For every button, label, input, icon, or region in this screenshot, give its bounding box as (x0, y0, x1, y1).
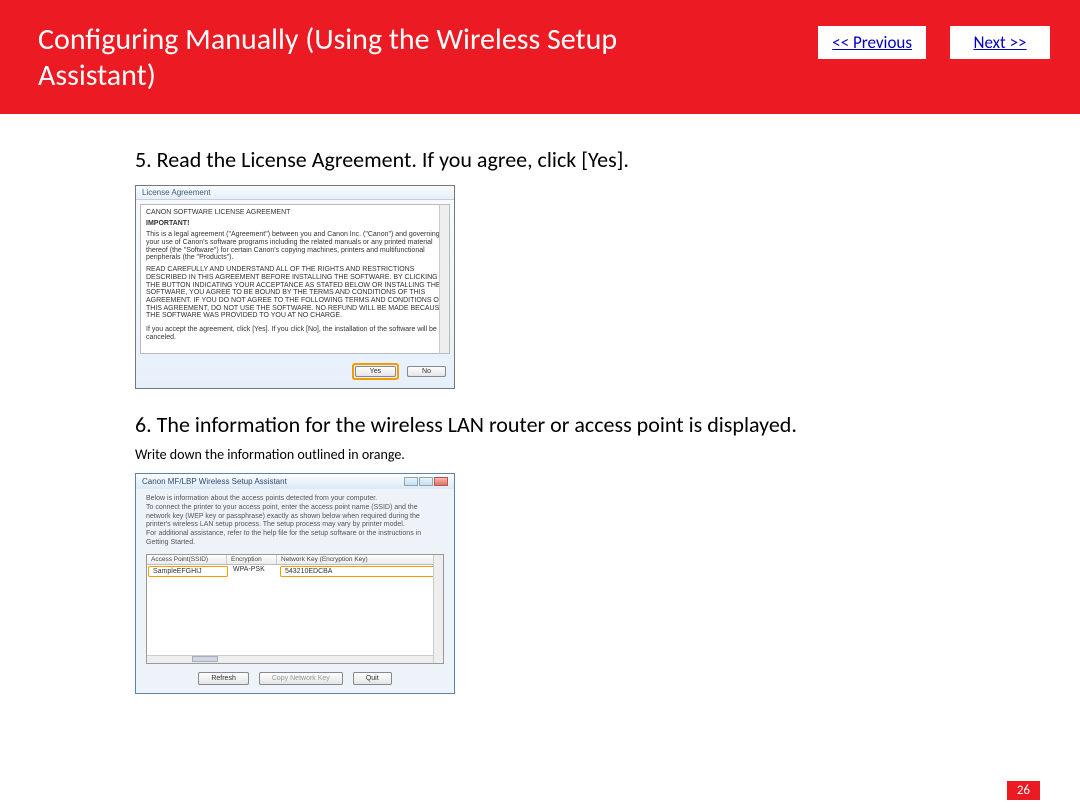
yes-button-highlight: Yes (352, 363, 399, 380)
next-button[interactable]: Next >> (950, 26, 1050, 59)
col-key: Network Key (Encryption Key) (277, 555, 443, 564)
col-encryption: Encryption (227, 555, 277, 564)
nav-buttons: << Previous Next >> (818, 26, 1050, 59)
license-important: IMPORTANT! (146, 220, 444, 228)
license-footer: Yes No (136, 358, 454, 388)
license-para1: This is a legal agreement ("Agreement") … (146, 231, 444, 262)
wireless-footer: Refresh Copy Network Key Quit (136, 666, 454, 693)
header-bar: Configuring Manually (Using the Wireless… (0, 0, 1080, 114)
table-row[interactable]: SampleEFGHIJ WPA-PSK 543210EDCBA (147, 565, 443, 578)
license-body: CANON SOFTWARE LICENSE AGREEMENT IMPORTA… (140, 204, 450, 354)
license-para2: READ CAREFULLY AND UNDERSTAND ALL OF THE… (146, 266, 444, 320)
scrollbar[interactable] (439, 205, 449, 353)
step-6-title: 6. The information for the wireless LAN … (135, 411, 1016, 438)
yes-button[interactable]: Yes (355, 366, 396, 377)
key-cell: 543210EDCBA (280, 566, 442, 577)
quit-button[interactable]: Quit (353, 672, 392, 685)
v-scrollbar[interactable] (433, 555, 443, 663)
window-controls (404, 477, 448, 486)
license-dialog: License Agreement CANON SOFTWARE LICENSE… (135, 185, 455, 389)
close-icon[interactable] (434, 477, 448, 486)
license-dialog-title: License Agreement (136, 186, 454, 200)
ssid-cell: SampleEFGHIJ (148, 566, 228, 577)
license-heading: CANON SOFTWARE LICENSE AGREEMENT (146, 209, 444, 217)
wireless-dialog: Canon MF/LBP Wireless Setup Assistant Be… (135, 473, 455, 694)
no-button[interactable]: No (407, 366, 446, 377)
copy-key-button[interactable]: Copy Network Key (259, 672, 343, 685)
step-5: 5. Read the License Agreement. If you ag… (135, 146, 1016, 389)
step-5-title: 5. Read the License Agreement. If you ag… (135, 146, 1016, 173)
content-area: 5. Read the License Agreement. If you ag… (0, 114, 1080, 694)
page-number: 26 (1007, 781, 1040, 800)
encryption-cell: WPA-PSK (229, 565, 279, 578)
step-6: 6. The information for the wireless LAN … (135, 411, 1016, 694)
wireless-dialog-title: Canon MF/LBP Wireless Setup Assistant (136, 474, 454, 489)
table-header: Access Point(SSID) Encryption Network Ke… (147, 555, 443, 565)
maximize-icon[interactable] (419, 477, 433, 486)
page-title: Configuring Manually (Using the Wireless… (38, 22, 678, 94)
wireless-dialog-title-text: Canon MF/LBP Wireless Setup Assistant (142, 477, 287, 486)
wireless-description: Below is information about the access po… (136, 489, 454, 552)
refresh-button[interactable]: Refresh (198, 672, 249, 685)
col-ssid: Access Point(SSID) (147, 555, 227, 564)
license-accept-line: If you accept the agreement, click [Yes]… (146, 326, 444, 341)
step-6-sub: Write down the information outlined in o… (135, 446, 1016, 463)
access-point-table: Access Point(SSID) Encryption Network Ke… (146, 554, 444, 664)
h-scrollbar[interactable] (147, 655, 433, 663)
previous-button[interactable]: << Previous (818, 26, 926, 59)
minimize-icon[interactable] (404, 477, 418, 486)
